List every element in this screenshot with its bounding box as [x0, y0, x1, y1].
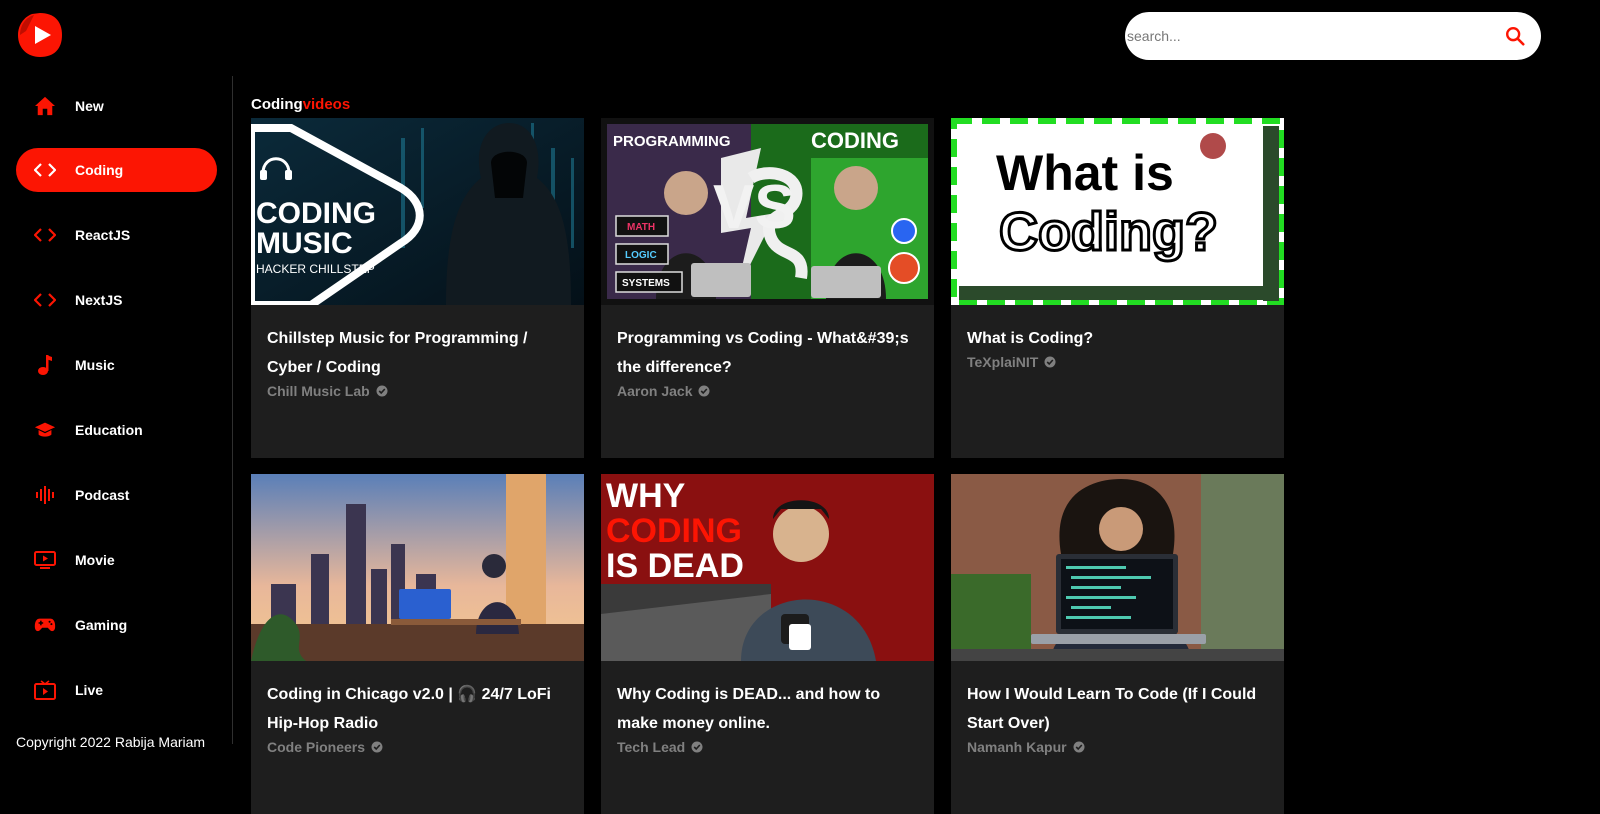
- thumb-text: HACKER CHILLSTEP: [256, 262, 375, 276]
- video-title[interactable]: What is Coding?: [967, 324, 1268, 353]
- sidebar-item-label: Podcast: [75, 487, 130, 503]
- sidebar-item-label: NextJS: [75, 292, 123, 308]
- graduation-cap-icon: [34, 419, 56, 441]
- sidebar-item-label: Live: [75, 682, 104, 698]
- sidebar-item-movie[interactable]: Movie: [16, 538, 217, 582]
- code-icon: [34, 224, 56, 246]
- sidebar-item-live[interactable]: Live: [16, 668, 217, 712]
- sidebar: New Coding ReactJS NextJS Music Educatio…: [0, 76, 233, 744]
- movie-icon: [34, 549, 56, 571]
- video-thumbnail[interactable]: WHY CODING IS DEAD: [601, 474, 934, 661]
- sidebar-item-music[interactable]: Music: [16, 343, 217, 387]
- video-thumbnail[interactable]: CODING MUSIC HACKER CHILLSTEP: [251, 118, 584, 305]
- code-icon: [34, 159, 56, 181]
- search-button[interactable]: [1489, 12, 1541, 60]
- channel-name[interactable]: Tech Lead: [617, 739, 918, 755]
- sidebar-item-label: New: [75, 98, 104, 114]
- sidebar-item-label: Movie: [75, 552, 115, 568]
- channel-name-text: Tech Lead: [617, 739, 686, 755]
- thumb-text: CODING: [606, 512, 742, 550]
- heading-category: Coding: [251, 96, 303, 113]
- thumb-text: MUSIC: [256, 227, 353, 260]
- verified-check-icon: [376, 385, 388, 397]
- channel-name-text: TeXplaiNIT: [967, 354, 1039, 370]
- podcast-icon: [34, 484, 56, 506]
- channel-name[interactable]: TeXplaiNIT: [967, 354, 1268, 370]
- youtube-logo[interactable]: [16, 11, 64, 59]
- sidebar-item-label: ReactJS: [75, 227, 131, 243]
- verified-check-icon: [1073, 741, 1085, 753]
- gamepad-icon: [34, 614, 56, 636]
- thumb-text: Coding?: [999, 202, 1218, 262]
- sidebar-item-new[interactable]: New: [16, 84, 217, 128]
- sidebar-item-label: Coding: [75, 162, 124, 178]
- thumb-text: IS DEAD: [606, 547, 744, 585]
- youtube-play-icon: [18, 13, 62, 57]
- channel-name-text: Code Pioneers: [267, 739, 366, 755]
- channel-name-text: Aaron Jack: [617, 383, 693, 399]
- thumb-text: MATH: [627, 222, 655, 233]
- video-thumbnail[interactable]: [251, 474, 584, 661]
- search-icon: [1506, 27, 1525, 46]
- sidebar-item-label: Gaming: [75, 617, 128, 633]
- channel-name[interactable]: Aaron Jack: [617, 383, 918, 399]
- sidebar-item-label: Music: [75, 357, 115, 373]
- video-card[interactable]: PROGRAMMING CODING VS MATH LOGIC SYSTEMS…: [601, 118, 934, 458]
- music-note-icon: [34, 354, 56, 376]
- sidebar-item-reactjs[interactable]: ReactJS: [16, 213, 217, 257]
- thumb-text: SYSTEMS: [622, 278, 670, 289]
- heading-suffix: videos: [302, 96, 351, 113]
- verified-check-icon: [691, 741, 703, 753]
- video-card[interactable]: What is Coding? What is Coding? TeXplaiN…: [951, 118, 1284, 458]
- page-title: Codingvideos: [251, 96, 350, 113]
- sidebar-item-gaming[interactable]: Gaming: [16, 603, 217, 647]
- video-thumbnail[interactable]: [951, 474, 1284, 661]
- sidebar-item-nextjs[interactable]: NextJS: [16, 278, 217, 322]
- video-card[interactable]: CODING MUSIC HACKER CHILLSTEP Chillstep …: [251, 118, 584, 458]
- video-title[interactable]: How I Would Learn To Code (If I Could St…: [967, 680, 1268, 738]
- thumb-text: What is: [996, 145, 1174, 201]
- live-tv-icon: [34, 679, 56, 701]
- channel-name[interactable]: Namanh Kapur: [967, 739, 1268, 755]
- copyright-text: Copyright 2022 Rabija Mariam: [16, 734, 206, 750]
- thumb-text: VS: [713, 173, 796, 242]
- sidebar-item-education[interactable]: Education: [16, 408, 217, 452]
- verified-check-icon: [1044, 356, 1056, 368]
- video-title[interactable]: Why Coding is DEAD... and how to make mo…: [617, 680, 918, 738]
- channel-name-text: Namanh Kapur: [967, 739, 1067, 755]
- channel-name[interactable]: Chill Music Lab: [267, 383, 568, 399]
- thumb-text: CODING: [811, 128, 899, 153]
- sidebar-item-coding[interactable]: Coding: [16, 148, 217, 192]
- thumb-text: WHY: [606, 477, 686, 515]
- home-icon: [34, 95, 56, 117]
- video-thumbnail[interactable]: PROGRAMMING CODING VS MATH LOGIC SYSTEMS: [601, 118, 934, 305]
- video-thumbnail[interactable]: What is Coding?: [951, 118, 1284, 305]
- sidebar-item-podcast[interactable]: Podcast: [16, 473, 217, 517]
- verified-check-icon: [371, 741, 383, 753]
- thumb-text: CODING: [256, 197, 376, 230]
- video-card[interactable]: WHY CODING IS DEAD Why Coding is DEAD...…: [601, 474, 934, 814]
- video-card[interactable]: How I Would Learn To Code (If I Could St…: [951, 474, 1284, 814]
- video-card[interactable]: Coding in Chicago v2.0 | 🎧 24/7 LoFi Hip…: [251, 474, 584, 814]
- verified-check-icon: [698, 385, 710, 397]
- video-title[interactable]: Coding in Chicago v2.0 | 🎧 24/7 LoFi Hip…: [267, 680, 568, 738]
- channel-name-text: Chill Music Lab: [267, 383, 370, 399]
- video-title[interactable]: Chillstep Music for Programming / Cyber …: [267, 324, 568, 382]
- thumb-text: LOGIC: [625, 250, 657, 261]
- search-input[interactable]: [1125, 12, 1489, 60]
- code-icon: [34, 289, 56, 311]
- sidebar-item-label: Education: [75, 422, 143, 438]
- channel-name[interactable]: Code Pioneers: [267, 739, 568, 755]
- search-bar: [1125, 12, 1541, 60]
- thumb-text: PROGRAMMING: [613, 133, 731, 150]
- video-title[interactable]: Programming vs Coding - What&#39;s the d…: [617, 324, 918, 382]
